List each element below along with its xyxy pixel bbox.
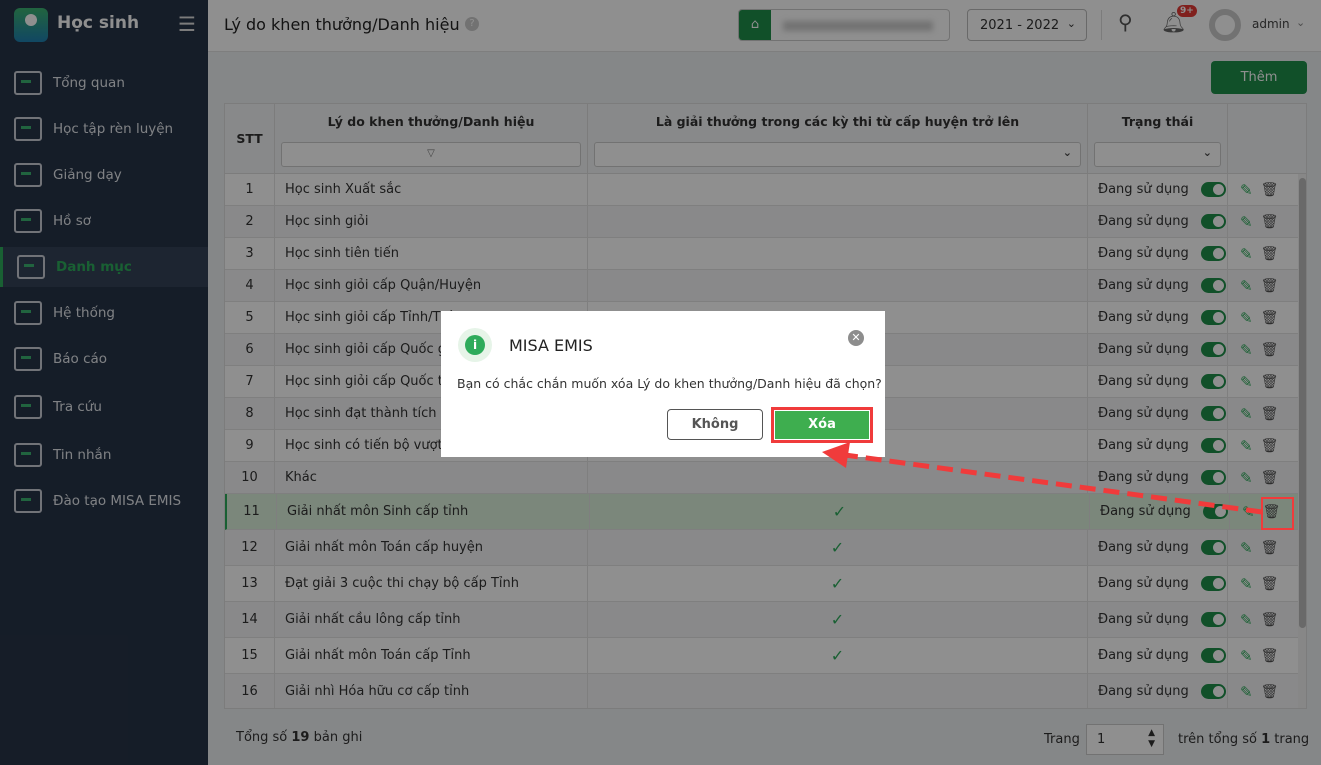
annotation-arrow [822,442,1263,515]
arrow-line [844,452,1263,515]
arrow-head [822,442,850,468]
